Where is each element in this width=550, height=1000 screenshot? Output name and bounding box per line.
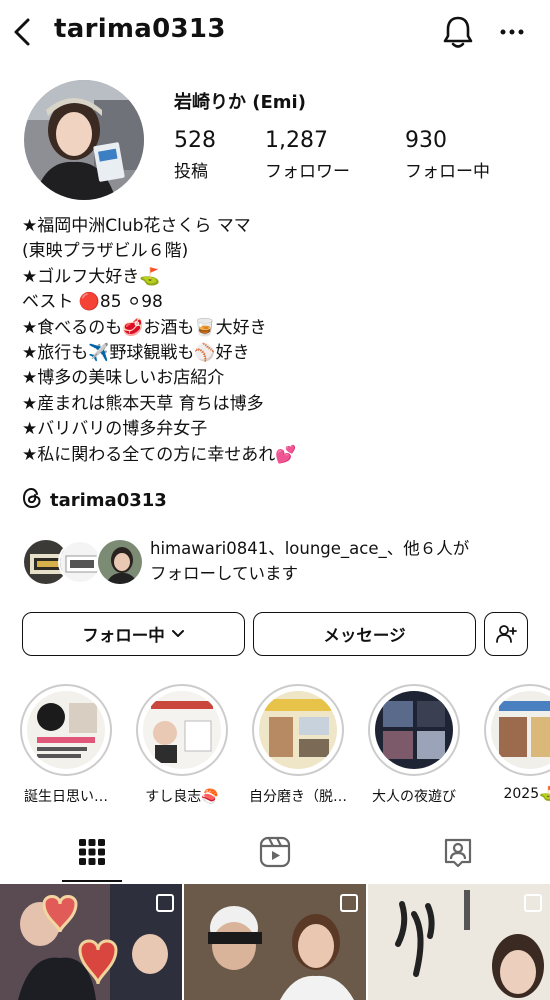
highlight-cover	[375, 691, 453, 769]
following-stat[interactable]: 930 フォロー中	[405, 128, 490, 182]
posts-label: 投稿	[174, 162, 208, 182]
carousel-icon	[340, 894, 358, 912]
following-count: 930	[405, 128, 447, 153]
reels-icon	[259, 836, 291, 868]
highlight-label: 大人の夜遊び	[372, 789, 456, 805]
profile-username: tarima0313	[54, 14, 226, 44]
bio-line: ★食べるのも🥩お酒も🥃大好き	[22, 317, 267, 338]
profile-bio: ★福岡中洲Club花さくら ママ (東映プラザビル６階) ★ゴルフ大好き⛳ ベス…	[22, 214, 542, 468]
highlight-item[interactable]: 自分磨き（脱…	[249, 684, 347, 806]
profile-avatar[interactable]	[24, 80, 144, 200]
tab-reels[interactable]	[183, 822, 366, 882]
bio-line: ★ゴルフ大好き⛳	[22, 266, 161, 287]
mutual-avatar	[96, 538, 144, 586]
followers-label: フォロワー	[265, 162, 350, 182]
bio-line: ベスト 🔴85 ⚪98	[22, 292, 163, 313]
bio-line: ★産まれは熊本天草 育ちは博多	[22, 393, 264, 414]
following-button-label: フォロー中	[82, 626, 165, 645]
add-user-button[interactable]	[484, 612, 528, 656]
mutual-followers-line2: フォローしています	[150, 564, 299, 583]
grid-icon	[78, 838, 106, 866]
highlight-label: 誕生日思い…	[24, 789, 108, 805]
bio-line: ★旅行も✈️野球観戦も⚾好き	[22, 343, 250, 364]
chevron-down-icon	[171, 629, 185, 639]
bio-line: ★福岡中洲Club花さくら ママ	[22, 216, 251, 236]
post-thumbnail[interactable]	[0, 884, 182, 1000]
active-tab-indicator	[62, 880, 122, 882]
highlight-ring	[20, 684, 112, 776]
following-button[interactable]: フォロー中	[22, 612, 245, 656]
threads-icon	[22, 487, 42, 513]
threads-handle: tarima0313	[50, 489, 167, 511]
bell-icon[interactable]	[440, 13, 476, 51]
highlight-label: 自分磨き（脱…	[249, 789, 347, 805]
mutual-followers-text: himawari0841、lounge_ace_、他６人が フォローしています	[150, 536, 550, 586]
highlight-label: すし良志🍣	[145, 789, 219, 805]
more-options-icon[interactable]	[496, 16, 530, 46]
display-name: 岩崎りか (Emi)	[174, 92, 306, 113]
top-bar: tarima0313	[0, 0, 550, 64]
posts-grid	[0, 884, 550, 1000]
followers-count: 1,287	[265, 128, 328, 153]
highlight-cover	[491, 691, 550, 769]
highlight-ring	[484, 684, 550, 776]
threads-link[interactable]: tarima0313	[22, 486, 167, 514]
highlight-ring	[368, 684, 460, 776]
mutual-followers-line1: himawari0841、lounge_ace_、他６人が	[150, 539, 470, 558]
posts-count: 528	[174, 128, 216, 153]
highlight-item[interactable]: 大人の夜遊び	[368, 684, 460, 806]
mutual-followers[interactable]: himawari0841、lounge_ace_、他６人が フォローしています	[22, 534, 542, 590]
highlight-item[interactable]: 2025⛳	[484, 684, 550, 802]
highlight-cover	[143, 691, 221, 769]
followers-stat[interactable]: 1,287 フォロワー	[265, 128, 350, 182]
highlight-cover	[27, 691, 105, 769]
post-thumbnail[interactable]	[368, 884, 550, 1000]
add-user-icon	[495, 623, 517, 645]
profile-tabs	[0, 822, 550, 882]
message-button-label: メッセージ	[323, 626, 406, 645]
back-arrow-icon[interactable]	[8, 14, 38, 50]
tab-posts-grid[interactable]	[0, 822, 183, 882]
highlight-item[interactable]: 誕生日思い…	[20, 684, 112, 806]
tab-tagged[interactable]	[366, 822, 549, 882]
highlight-label: 2025⛳	[503, 786, 550, 802]
bio-line: ★私に関わる全ての方に幸せあれ💕	[22, 444, 297, 465]
post-thumbnail[interactable]	[184, 884, 366, 1000]
carousel-icon	[524, 894, 542, 912]
highlight-ring	[252, 684, 344, 776]
message-button[interactable]: メッセージ	[253, 612, 476, 656]
tagged-icon	[442, 836, 474, 868]
bio-line: ★バリバリの博多弁女子	[22, 419, 208, 440]
highlight-item[interactable]: すし良志🍣	[136, 684, 228, 806]
following-label: フォロー中	[405, 162, 490, 182]
bio-line: (東映プラザビル６階)	[22, 241, 189, 262]
highlight-ring	[136, 684, 228, 776]
bio-line: ★博多の美味しいお店紹介	[22, 368, 225, 389]
posts-stat[interactable]: 528 投稿	[174, 128, 216, 182]
carousel-icon	[156, 894, 174, 912]
highlight-cover	[259, 691, 337, 769]
